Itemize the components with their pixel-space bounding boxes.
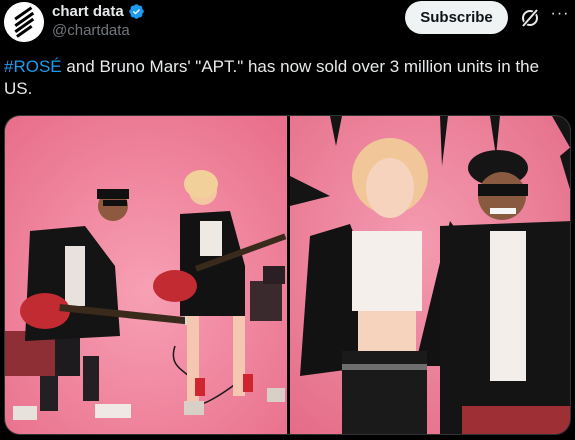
grok-icon[interactable] <box>518 6 542 30</box>
avatar[interactable] <box>4 2 44 42</box>
subscribe-button[interactable]: Subscribe <box>405 1 508 34</box>
chart-data-logo-icon <box>4 2 44 42</box>
display-name[interactable]: chart data <box>52 3 124 20</box>
right-photo[interactable] <box>290 116 571 435</box>
left-photo[interactable] <box>5 116 287 435</box>
more-icon[interactable]: ··· <box>550 6 570 28</box>
hashtag-link[interactable]: #ROSÉ <box>4 57 62 76</box>
verified-badge-icon[interactable] <box>128 3 145 20</box>
media-grid <box>4 115 571 435</box>
tweet-body: and Bruno Mars' "APT." has now sold over… <box>4 57 540 98</box>
author-block: chart data @chartdata <box>52 2 145 39</box>
tweet-text: #ROSÉ and Bruno Mars' "APT." has now sol… <box>4 56 564 100</box>
handle[interactable]: @chartdata <box>52 22 145 39</box>
name-row: chart data <box>52 2 145 20</box>
